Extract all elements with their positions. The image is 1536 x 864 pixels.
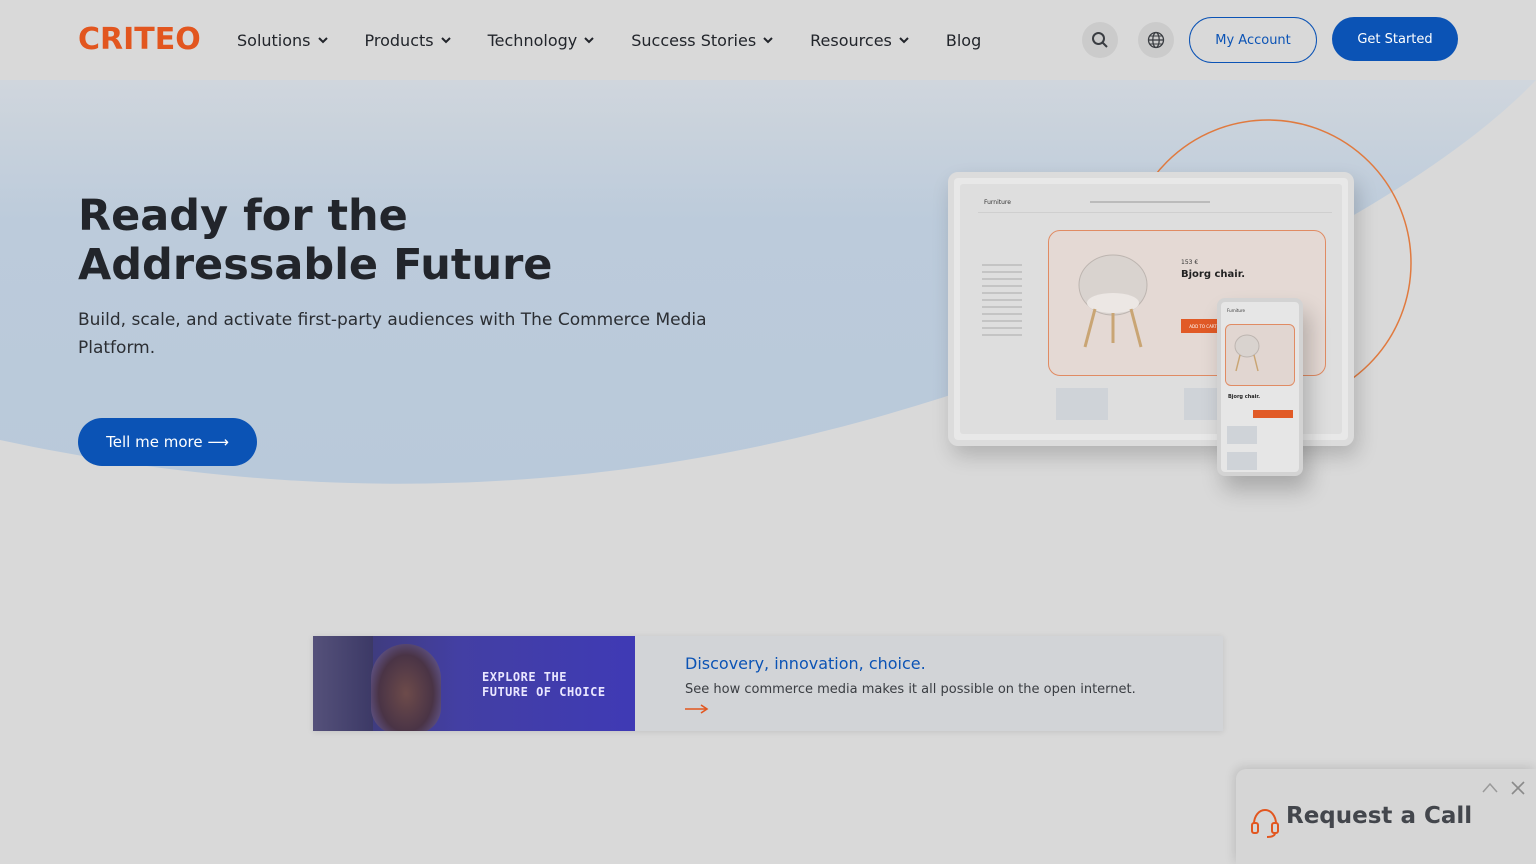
promo-image-text: EXPLORE THE FUTURE OF CHOICE xyxy=(482,670,606,700)
tablet-site-title: Furniture xyxy=(984,199,1011,206)
my-account-button[interactable]: My Account xyxy=(1189,17,1317,63)
nav-item-technology[interactable]: Technology xyxy=(488,28,596,52)
promo-image-bg xyxy=(313,636,373,731)
promo-portrait xyxy=(371,644,441,731)
product-name: Bjorg chair. xyxy=(1181,269,1246,280)
thumbnail-placeholder xyxy=(1056,388,1108,420)
hero-device-mockup: Furniture 153 € Bjorg chair. ADD TO CART… xyxy=(940,115,1420,515)
tell-me-more-button[interactable]: Tell me more ⟶ xyxy=(78,418,257,466)
thumbnail-placeholder xyxy=(1227,452,1257,470)
nav-item-success-stories[interactable]: Success Stories xyxy=(631,28,774,52)
headset-icon xyxy=(1251,808,1279,838)
language-button[interactable] xyxy=(1138,22,1174,58)
chair-image xyxy=(1234,334,1260,372)
nav-label: Products xyxy=(364,30,434,50)
thumbnail-placeholder xyxy=(1227,426,1257,444)
search-icon xyxy=(1092,32,1108,48)
nav-label: Blog xyxy=(945,30,982,50)
phone-product-card xyxy=(1225,324,1295,386)
search-button[interactable] xyxy=(1082,22,1118,58)
tablet-filters xyxy=(982,264,1042,341)
promo-title[interactable]: Discovery, innovation, choice. xyxy=(685,654,926,673)
nav-label: Success Stories xyxy=(631,30,757,50)
phone-mockup: Furniture Bjorg chair. xyxy=(1217,298,1303,476)
nav-item-resources[interactable]: Resources xyxy=(810,28,910,52)
site-header: CRITEO Solutions Products Technology Suc… xyxy=(0,0,1536,80)
promo-image-line: FUTURE OF CHOICE xyxy=(482,685,606,699)
phone-product-name: Bjorg chair. xyxy=(1228,394,1261,400)
hero-title: Ready for the Addressable Future xyxy=(78,191,553,290)
chevron-down-icon xyxy=(440,37,451,44)
get-started-button[interactable]: Get Started xyxy=(1332,17,1458,61)
phone-site-title: Furniture xyxy=(1227,308,1245,313)
promo-banner[interactable]: EXPLORE THE FUTURE OF CHOICE Discovery, … xyxy=(313,636,1223,731)
nav-item-products[interactable]: Products xyxy=(365,28,452,52)
nav-label: Technology xyxy=(487,30,578,50)
globe-icon xyxy=(1147,31,1165,49)
hero-subtitle: Build, scale, and activate first-party a… xyxy=(78,310,707,358)
chevron-down-icon xyxy=(584,37,594,44)
promo-description: See how commerce media makes it all poss… xyxy=(685,682,1136,697)
nav-item-blog[interactable]: Blog xyxy=(946,28,981,52)
phone-add-to-cart xyxy=(1253,410,1293,418)
tablet-divider xyxy=(978,212,1332,213)
nav-item-solutions[interactable]: Solutions xyxy=(237,28,329,52)
chevron-down-icon xyxy=(763,37,773,44)
request-call-widget: Request a Call xyxy=(1236,769,1536,864)
promo-image-line: EXPLORE THE xyxy=(482,670,567,684)
nav-label: Resources xyxy=(810,30,892,50)
chevron-down-icon xyxy=(899,37,909,44)
product-price: 153 € xyxy=(1181,259,1199,266)
arrow-right-icon[interactable] xyxy=(685,702,709,716)
chair-image xyxy=(1078,254,1148,348)
tablet-nav-line xyxy=(1090,201,1210,203)
criteo-logo[interactable]: CRITEO xyxy=(78,22,201,58)
chevron-up-icon[interactable] xyxy=(1481,779,1499,797)
close-icon[interactable] xyxy=(1509,779,1527,797)
promo-image: EXPLORE THE FUTURE OF CHOICE xyxy=(313,636,635,731)
request-call-label[interactable]: Request a Call xyxy=(1286,803,1472,829)
nav-label: Solutions xyxy=(237,30,311,50)
chevron-down-icon xyxy=(317,37,328,44)
main-nav: Solutions Products Technology Success St… xyxy=(237,28,1017,52)
